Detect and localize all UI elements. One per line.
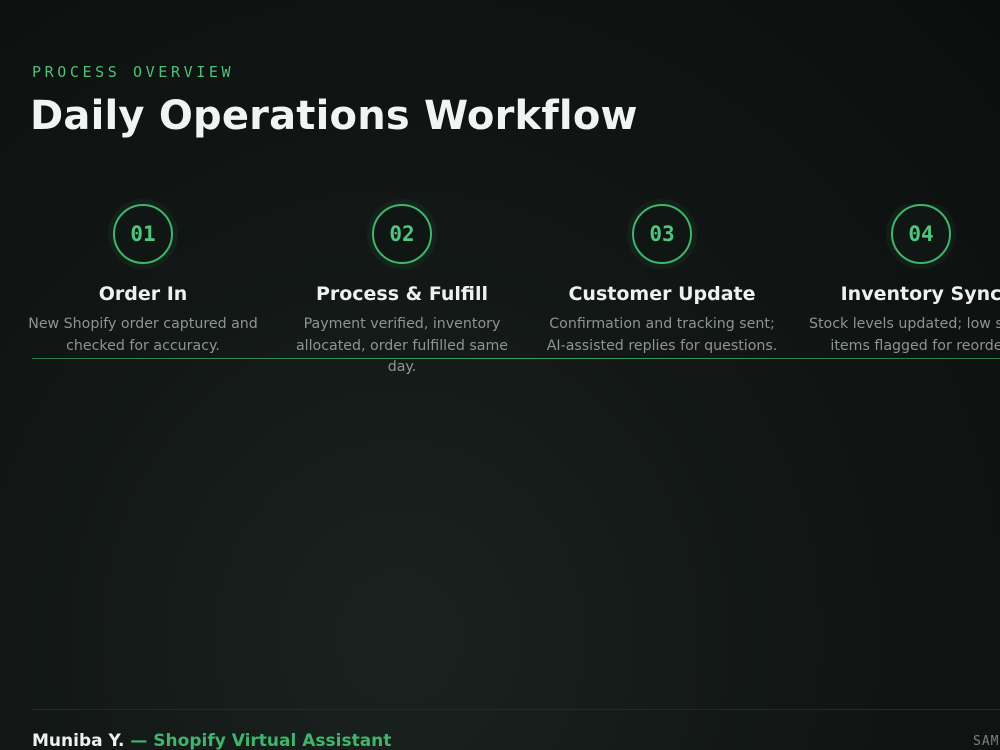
author-role: — Shopify Virtual Assistant	[124, 731, 392, 750]
step-title: Process & Fulfill	[315, 283, 489, 305]
step-title: Inventory Sync	[840, 283, 1000, 305]
step-title: Order In	[98, 283, 188, 305]
page-title: Daily Operations Workflow	[30, 93, 638, 139]
workflow-step-inventory-sync: 04 Inventory Sync Stock levels updated; …	[801, 204, 1000, 357]
footer-tag: SAM	[973, 734, 1000, 749]
workflow-step-customer-update: 03 Customer Update Confirmation and trac…	[542, 204, 782, 357]
step-number-badge: 02	[372, 204, 432, 264]
step-description: New Shopify order captured and checked f…	[28, 316, 258, 354]
workflow-step-order-in: 01 Order In New Shopify order captured a…	[23, 204, 263, 357]
footer-author: Muniba Y. — Shopify Virtual Assistant	[32, 731, 391, 750]
footer-divider	[32, 709, 1000, 710]
step-description: Stock levels updated; low stock items fl…	[808, 316, 1000, 354]
step-number-badge: 01	[113, 204, 173, 264]
step-description: Confirmation and tracking sent; AI-assis…	[546, 316, 778, 354]
workflow-step-process-fulfill: 02 Process & Fulfill Payment verified, i…	[282, 204, 522, 379]
section-eyebrow: PROCESS OVERVIEW	[32, 63, 235, 81]
step-description: Payment verified, inventory allocated, o…	[295, 316, 509, 375]
step-number-badge: 03	[632, 204, 692, 264]
step-title: Customer Update	[568, 283, 756, 305]
author-name: Muniba Y.	[32, 731, 125, 750]
step-number-badge: 04	[891, 204, 951, 264]
